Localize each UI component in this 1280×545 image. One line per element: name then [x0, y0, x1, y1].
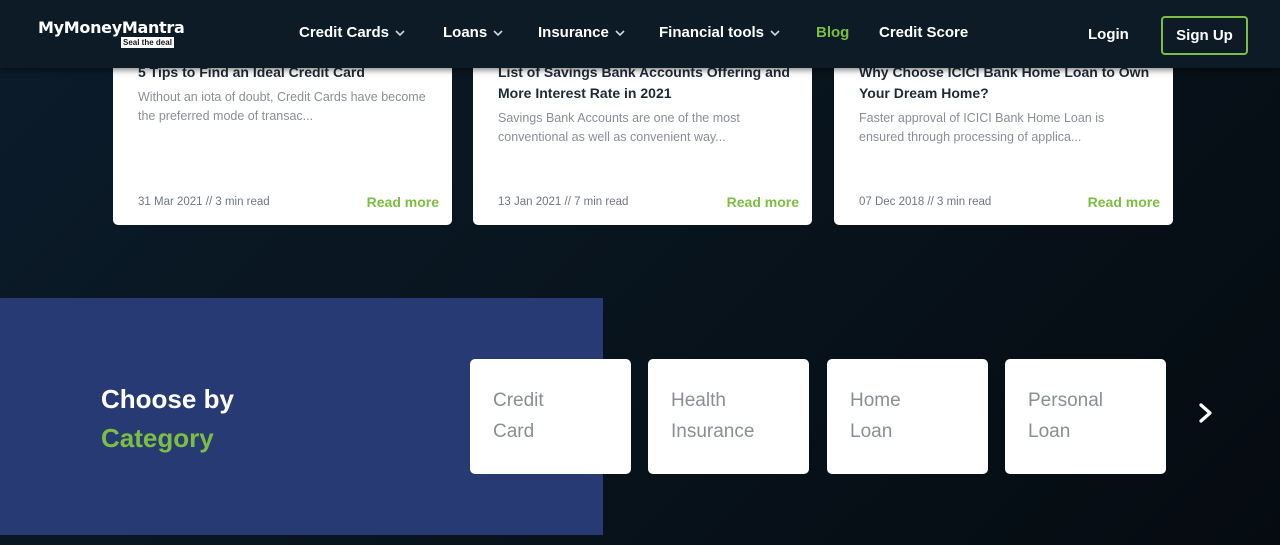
chevron-down-icon	[395, 29, 405, 36]
blog-card-1[interactable]: 5 Tips to Find an Ideal Credit Card With…	[113, 50, 452, 225]
category-card-label: Credit Card	[493, 390, 544, 442]
blog-card-excerpt: Faster approval of ICICI Bank Home Loan …	[859, 111, 1105, 144]
chevron-down-icon	[615, 29, 625, 36]
nav-item-label: Insurance	[538, 24, 609, 41]
category-card-label: Home Loan	[850, 390, 901, 442]
site-header: MyMoneyMantra Seal the deal Credit Cards…	[0, 0, 1280, 68]
read-more-link[interactable]: Read more	[1088, 194, 1160, 210]
blog-card-excerpt: Without an iota of doubt, Credit Cards h…	[138, 90, 426, 123]
logo[interactable]: MyMoneyMantra Seal the deal	[38, 18, 185, 48]
login-link[interactable]: Login	[1088, 26, 1129, 43]
logo-wordmark: MyMoneyMantra	[38, 18, 185, 37]
chevron-right-icon[interactable]	[1195, 400, 1217, 426]
blog-card-meta: 07 Dec 2018 // 3 min read	[859, 196, 992, 208]
blog-card-meta: 31 Mar 2021 // 3 min read	[138, 196, 270, 208]
category-card-personal-loan[interactable]: Personal Loan	[1005, 359, 1166, 474]
category-card-home-loan[interactable]: Home Loan	[827, 359, 988, 474]
nav-item-label: Blog	[816, 24, 850, 41]
nav-item-label: Financial tools	[659, 24, 765, 41]
read-more-link[interactable]: Read more	[367, 194, 439, 210]
category-card-health-insurance[interactable]: Health Insurance	[648, 359, 809, 474]
nav-item-blog[interactable]: Blog	[816, 24, 849, 41]
blog-card-meta: 13 Jan 2021 // 7 min read	[498, 196, 629, 208]
nav-item-credit-score[interactable]: Credit Score	[879, 24, 968, 41]
blog-card-title[interactable]: List of Savings Bank Accounts Offering a…	[498, 62, 798, 104]
nav-item-financial-tools[interactable]: Financial tools	[659, 24, 781, 41]
nav-item-label: Loans	[443, 24, 488, 41]
nav-item-label: Credit Score	[879, 24, 969, 41]
blog-card-3[interactable]: Why Choose ICICI Bank Home Loan to Own Y…	[834, 50, 1173, 225]
blog-card-2[interactable]: List of Savings Bank Accounts Offering a…	[473, 50, 812, 225]
signup-button[interactable]: Sign Up	[1161, 16, 1248, 55]
nav-item-loans[interactable]: Loans	[443, 24, 504, 41]
chevron-down-icon	[770, 29, 780, 36]
nav-item-label: Credit Cards	[299, 24, 390, 41]
category-card-label: Personal Loan	[1028, 390, 1103, 442]
chevron-down-icon	[493, 29, 503, 36]
nav-item-credit-cards[interactable]: Credit Cards	[299, 24, 406, 41]
category-card-credit-card[interactable]: Credit Card	[470, 359, 631, 474]
blog-card-excerpt: Savings Bank Accounts are one of the mos…	[498, 111, 740, 144]
category-heading-line1: Choose by	[101, 384, 234, 414]
nav-item-insurance[interactable]: Insurance	[538, 24, 626, 41]
blog-card-title[interactable]: Why Choose ICICI Bank Home Loan to Own Y…	[859, 62, 1159, 104]
logo-tagline: Seal the deal	[121, 37, 174, 48]
category-heading: Choose by Category	[101, 380, 234, 458]
category-heading-line2: Category	[101, 423, 214, 453]
read-more-link[interactable]: Read more	[727, 194, 799, 210]
category-card-label: Health Insurance	[671, 390, 755, 442]
